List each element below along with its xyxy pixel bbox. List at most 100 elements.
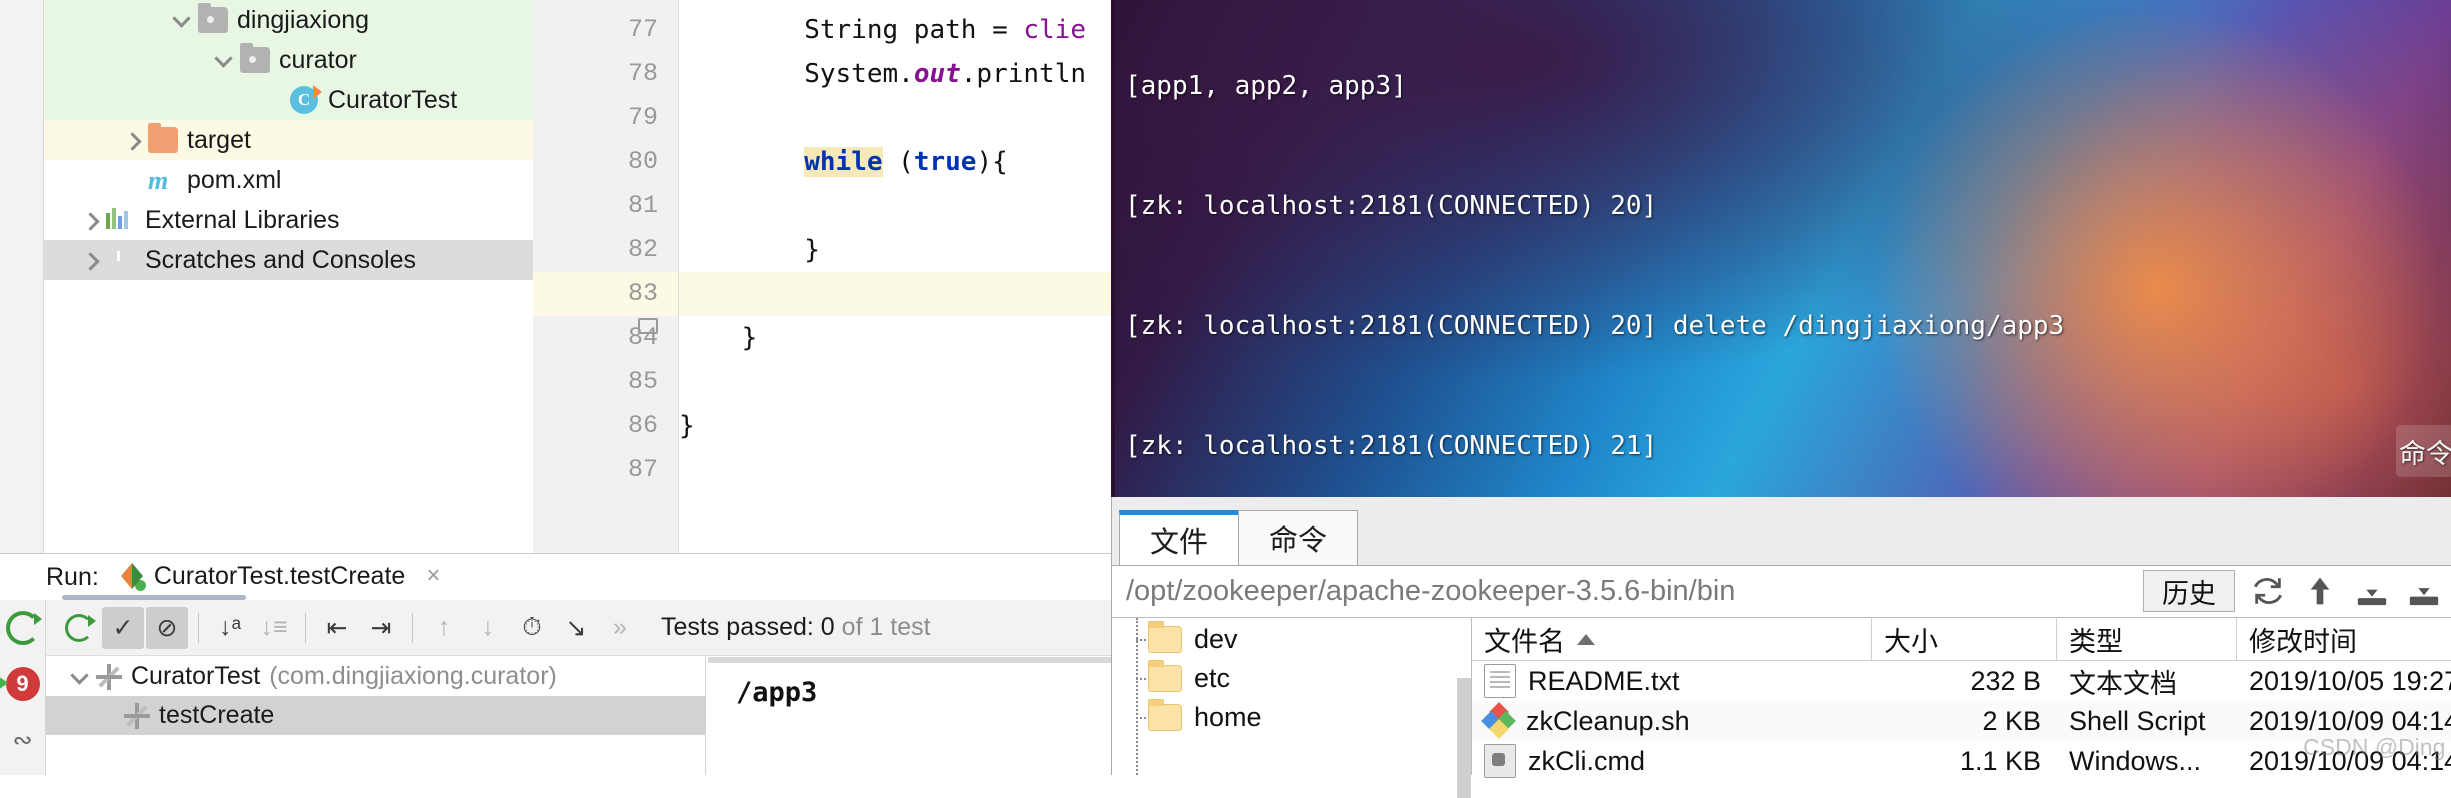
line-number: 86	[627, 411, 658, 440]
code-token: ){	[976, 147, 1008, 177]
chevron-down-icon[interactable]	[68, 665, 92, 689]
path-text: /opt/zookeeper/apache-zookeeper-3.5.6-bi…	[1126, 575, 1736, 607]
file-row[interactable]: README.txt 232 B 文本文档 2019/10/05 19:27 -…	[1472, 661, 2451, 701]
sort-alphabetical-icon[interactable]: ↓ᵃ	[209, 607, 251, 649]
show-passed-icon[interactable]: ✓	[102, 606, 144, 649]
code-token-keyword: while	[804, 147, 883, 177]
code-token: out	[913, 59, 961, 89]
tree-scrollbar[interactable]	[1457, 678, 1471, 798]
dir-row-home[interactable]: home	[1112, 698, 1471, 737]
code-token: clie	[1023, 15, 1086, 45]
chevron-down-icon[interactable]	[212, 48, 236, 72]
path-bar-actions[interactable]: 历史	[2143, 570, 2443, 612]
file-name-cell: README.txt	[1472, 661, 1872, 701]
terminal-line: [zk: localhost:2181(CONNECTED) 21]	[1125, 431, 1658, 461]
zk-terminal[interactable]: [app1, app2, app3] [zk: localhost:2181(C…	[1111, 0, 2451, 497]
file-modified: 2019/10/09 04:14	[2249, 705, 2451, 736]
column-header-modified[interactable]: 修改时间	[2237, 618, 2451, 660]
expand-all-icon[interactable]: ⇤	[316, 607, 358, 649]
file-size: 1.1 KB	[1959, 745, 2041, 776]
refresh-icon[interactable]	[2249, 572, 2287, 610]
debug-icon[interactable]: 9	[0, 656, 45, 712]
tab-commands[interactable]: 命令	[1238, 510, 1358, 565]
tree-item-pomxml[interactable]: m pom.xml	[44, 160, 533, 200]
folder-orange-icon	[148, 123, 178, 153]
code-token: }	[679, 411, 695, 441]
file-name: zkCli.cmd	[1528, 745, 1646, 776]
tree-item-target[interactable]: target	[44, 120, 533, 160]
rerun-tests-icon[interactable]	[58, 607, 100, 649]
test-class-row[interactable]: CuratorTest (com.dingjiaxiong.curator)	[46, 657, 705, 696]
java-class-icon: C	[289, 86, 319, 114]
project-pane-gutter	[0, 0, 44, 553]
sort-duration-icon[interactable]: ↓≡	[253, 607, 295, 649]
tree-item-dingjiaxiong[interactable]: dingjiaxiong	[44, 0, 533, 40]
chevron-double-right-icon[interactable]: »	[599, 607, 641, 649]
chevron-down-icon[interactable]	[170, 8, 194, 32]
close-icon[interactable]: ×	[426, 562, 440, 590]
cmd-file-icon	[1484, 744, 1516, 778]
file-browser-tabs[interactable]: 文件 命令	[1112, 497, 2451, 565]
run-label: Run:	[46, 562, 99, 591]
column-header-filename[interactable]: 文件名	[1472, 618, 1872, 660]
toolbar-separator	[305, 612, 306, 643]
directory-tree[interactable]: dev etc home	[1112, 618, 1472, 798]
command-input-hint[interactable]: 命令输入 (按ALT键提示历史,TAB键路径,ESC键返回,双击CTRL切换)	[2396, 425, 2451, 477]
rerun-icon[interactable]	[0, 600, 45, 656]
folder-icon	[1148, 621, 1182, 653]
collapse-all-icon[interactable]: ⇥	[360, 607, 402, 649]
code-fold-marker[interactable]	[638, 312, 660, 334]
tree-item-scratches-and-consoles[interactable]: Scratches and Consoles	[44, 240, 533, 280]
dir-row-dev[interactable]: dev	[1112, 620, 1471, 659]
file-list[interactable]: 文件名 大小 类型 修改时间 权限 README.txt 232 B 文本文档 …	[1472, 618, 2451, 778]
link-icon[interactable]: ∾	[0, 712, 45, 768]
project-tree[interactable]: dingjiaxiong curator C CuratorTest targe…	[44, 0, 533, 553]
tree-item-curatortest[interactable]: C CuratorTest	[44, 80, 533, 120]
history-button[interactable]: 历史	[2143, 570, 2235, 612]
arrow-down-icon[interactable]: ↓	[467, 607, 509, 649]
upload-icon[interactable]	[2301, 572, 2339, 610]
code-line: }	[679, 404, 1111, 448]
column-header-type[interactable]: 类型	[2057, 618, 2237, 660]
line-number: 82	[627, 235, 658, 264]
file-row[interactable]: zkCleanup.sh 2 KB Shell Script 2019/10/0…	[1472, 701, 2451, 741]
run-side-toolbar[interactable]: 9 ∾	[0, 600, 46, 775]
export-icon[interactable]: ↘	[555, 607, 597, 649]
tests-passed-status: Tests passed: 0 of 1 test	[661, 613, 931, 642]
run-toolbar[interactable]: ✓ ⊘ ↓ᵃ ↓≡ ⇤ ⇥ ↑ ↓ ⏱ ↘ » Tests passed: 0 …	[46, 600, 1111, 656]
download-all-icon[interactable]	[2405, 572, 2443, 610]
circle-slash-icon[interactable]: ⊘	[146, 606, 188, 649]
arrow-up-icon[interactable]: ↑	[423, 607, 465, 649]
code-editor[interactable]: 77 78 79 80 81 82 83 84 85 86 87 String …	[533, 0, 1111, 553]
line-number: 83	[533, 272, 678, 316]
tree-item-curator[interactable]: curator	[44, 40, 533, 80]
file-row[interactable]: zkCli.cmd 1.1 KB Windows... 2019/10/09 0…	[1472, 741, 2451, 781]
path-bar[interactable]: /opt/zookeeper/apache-zookeeper-3.5.6-bi…	[1112, 565, 2451, 617]
tree-item-label: target	[187, 125, 251, 154]
chevron-right-icon[interactable]	[78, 248, 102, 272]
editor-text-area[interactable]: String path = clie System.out.println wh…	[679, 0, 1111, 553]
scratches-icon	[106, 247, 136, 273]
file-size: 2 KB	[1982, 705, 2041, 736]
tree-item-external-libraries[interactable]: External Libraries	[44, 200, 533, 240]
run-configuration-tab[interactable]: CuratorTest.testCreate ×	[120, 562, 440, 593]
clock-history-icon[interactable]: ⏱	[511, 607, 553, 649]
dir-row-etc[interactable]: etc	[1112, 659, 1471, 698]
test-method-row[interactable]: testCreate	[46, 696, 705, 735]
code-line-current	[679, 272, 1111, 316]
code-line: System.out.println	[679, 52, 1111, 96]
tab-files[interactable]: 文件	[1119, 510, 1239, 565]
test-output-console[interactable]: /app3	[708, 657, 1111, 775]
file-type: 文本文档	[2069, 668, 2177, 699]
file-list-header[interactable]: 文件名 大小 类型 修改时间 权限	[1472, 618, 2451, 661]
test-running-icon	[124, 702, 150, 729]
line-number: 80	[627, 147, 658, 176]
chevron-right-icon[interactable]	[120, 128, 144, 152]
chevron-right-icon[interactable]	[78, 208, 102, 232]
code-line: while (true){	[679, 140, 1111, 184]
download-icon[interactable]	[2353, 572, 2391, 610]
terminal-left-edge	[1111, 0, 1115, 497]
test-results-tree[interactable]: CuratorTest (com.dingjiaxiong.curator) t…	[46, 657, 706, 775]
column-header-size[interactable]: 大小	[1872, 618, 2057, 660]
